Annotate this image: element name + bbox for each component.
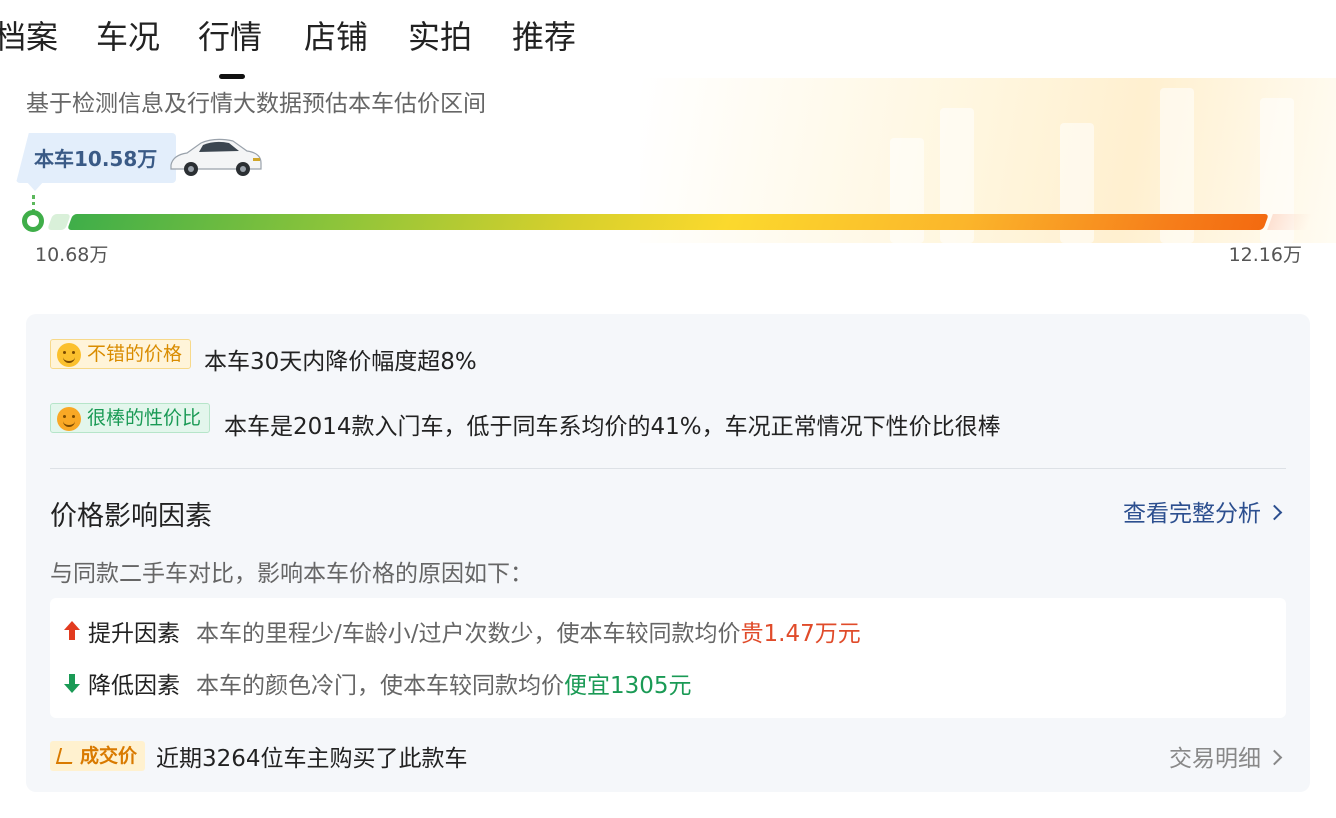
full-analysis-link-label: 查看完整分析 [1123, 501, 1261, 527]
compare-note: 与同款二手车对比，影响本车价格的原因如下： [50, 561, 533, 587]
deal-price-badge: 成交价 [50, 741, 146, 771]
range-max-label: 12.16万 [1228, 244, 1302, 266]
up-factor-label: 提升因素 [88, 621, 180, 647]
down-factor-value: 便宜1305元 [564, 673, 692, 699]
current-price-label: 本车10.58万 [34, 147, 158, 171]
tab-market[interactable]: 行情 [198, 16, 262, 79]
price-estimate-section: 基于检测信息及行情大数据预估本车估价区间 本车10.58万 10.68万 12.… [0, 78, 1336, 278]
down-factor-desc: 本车的颜色冷门，使本车较同款均价 [196, 673, 564, 699]
down-factor-label: 降低因素 [88, 673, 180, 699]
tab-recommend[interactable]: 推荐 [512, 16, 576, 58]
tab-condition[interactable]: 车况 [96, 16, 160, 58]
good-price-badge-label: 不错的价格 [87, 343, 183, 365]
chevron-right-icon [1266, 749, 1283, 766]
up-factor-desc: 本车的里程少/车龄小/过户次数少，使本车较同款均价 [196, 621, 741, 647]
tab-store[interactable]: 店铺 [304, 16, 368, 58]
star-eyes-icon [57, 407, 81, 431]
tab-bar: 档案 车况 行情 店铺 实拍 推荐 [0, 0, 1336, 79]
price-range-bar [47, 214, 1336, 230]
estimate-subtitle: 基于检测信息及行情大数据预估本车估价区间 [26, 91, 486, 117]
current-price-marker [22, 210, 44, 232]
up-factor-row: 提升因素 本车的里程少/车龄小/过户次数少，使本车较同款均价 贵1.47万元 [64, 614, 861, 648]
great-value-badge-label: 很棒的性价比 [87, 407, 202, 429]
arrow-up-icon [64, 621, 80, 641]
full-analysis-link[interactable]: 查看完整分析 [1123, 494, 1283, 528]
deal-details-link-label: 交易明细 [1169, 746, 1261, 772]
deal-text: 近期3264位车主购买了此款车 [156, 746, 468, 772]
good-price-text: 本车30天内降价幅度超8% [204, 349, 477, 375]
tab-photos[interactable]: 实拍 [408, 16, 472, 58]
down-factor-row: 降低因素 本车的颜色冷门，使本车较同款均价 便宜1305元 [64, 666, 692, 700]
factors-title: 价格影响因素 [50, 501, 212, 532]
chevron-right-icon [1266, 504, 1283, 521]
range-min-label: 10.68万 [35, 244, 109, 266]
current-price-bubble: 本车10.58万 [10, 131, 266, 191]
arrow-down-icon [64, 673, 80, 693]
deal-badge-label: 成交价 [80, 745, 138, 767]
deal-icon [55, 748, 77, 764]
factors-box: 提升因素 本车的里程少/车龄小/过户次数少，使本车较同款均价 贵1.47万元 降… [50, 598, 1286, 718]
good-price-badge: 不错的价格 [50, 339, 192, 369]
deal-details-link[interactable]: 交易明细 [1169, 739, 1283, 773]
divider [50, 468, 1286, 469]
car-icon [170, 138, 262, 176]
price-analysis-card: 不错的价格 本车30天内降价幅度超8% 很棒的性价比 本车是2014款入门车，低… [26, 314, 1310, 792]
great-value-text: 本车是2014款入门车，低于同车系均价的41%，车况正常情况下性价比很棒 [224, 414, 1001, 440]
up-factor-value: 贵1.47万元 [740, 621, 861, 647]
great-value-badge: 很棒的性价比 [50, 403, 211, 433]
tab-archive[interactable]: 档案 [0, 16, 58, 58]
smile-icon [57, 343, 81, 367]
